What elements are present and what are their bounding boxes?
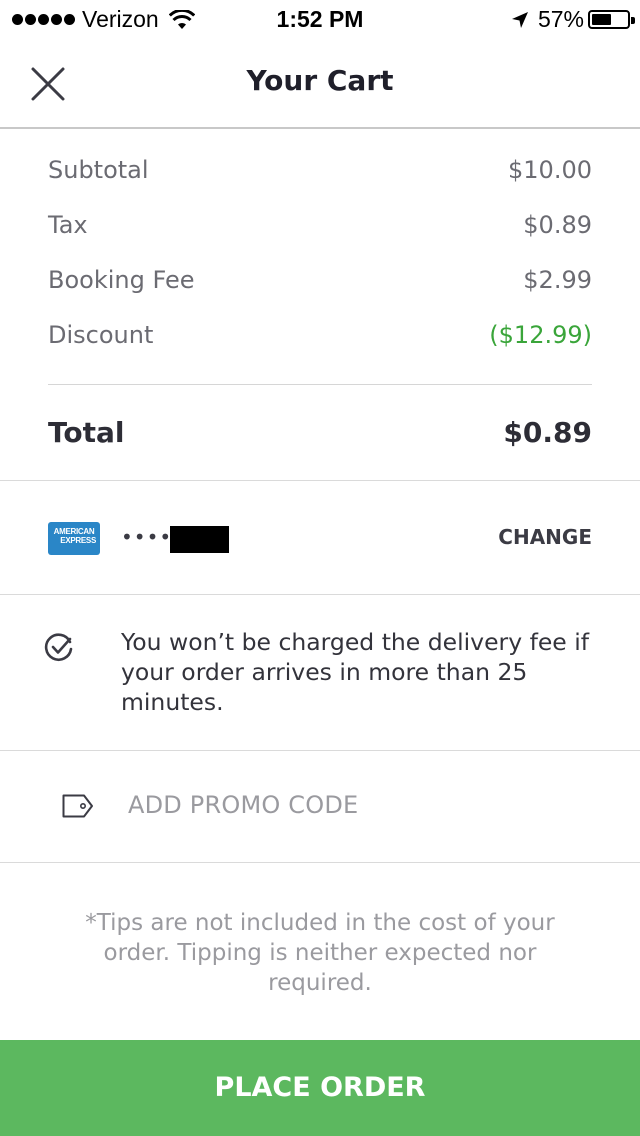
battery-tip: [631, 17, 635, 24]
amex-logo-line1: AMERICAN: [53, 527, 95, 536]
status-right: 57%: [511, 6, 635, 33]
line-item-subtotal: Subtotal $10.00: [48, 156, 592, 184]
total-label: Total: [48, 416, 125, 449]
line-item-tax: Tax $0.89: [48, 211, 592, 239]
line-item-booking-fee: Booking Fee $2.99: [48, 266, 592, 294]
discount-value: ($12.99): [489, 321, 592, 349]
payment-method-row[interactable]: AMERICAN EXPRESS •••• CHANGE: [0, 481, 640, 594]
amex-card-icon: AMERICAN EXPRESS: [48, 522, 100, 555]
delivery-guarantee: You won’t be charged the delivery fee if…: [0, 595, 640, 750]
change-payment-button[interactable]: CHANGE: [498, 525, 592, 549]
status-bar: Verizon 1:52 PM 57%: [0, 0, 640, 40]
page-title: Your Cart: [246, 64, 394, 97]
masked-card-number: ••••: [121, 525, 173, 549]
line-item-value: $10.00: [508, 156, 592, 184]
battery-fill: [592, 14, 612, 25]
line-item-discount: Discount ($12.99): [48, 321, 592, 349]
total-value: $0.89: [503, 416, 592, 449]
battery-percent: 57%: [537, 6, 584, 32]
line-item-label: Booking Fee: [48, 266, 195, 294]
line-item-label: Tax: [48, 211, 88, 239]
tips-notice: *Tips are not included in the cost of yo…: [85, 910, 555, 996]
total-row: Total $0.89: [48, 416, 592, 449]
cart-header: Your Cart: [0, 40, 640, 129]
redacted-card-digits: [170, 526, 229, 553]
line-item-value: $0.89: [523, 211, 592, 239]
location-arrow-icon: [511, 11, 528, 28]
battery-icon: [588, 10, 635, 29]
add-promo-code-button[interactable]: ADD PROMO CODE: [0, 751, 640, 862]
line-item-label: Discount: [48, 321, 154, 349]
tag-icon: [62, 794, 93, 818]
line-item-value: $2.99: [523, 266, 592, 294]
place-order-button[interactable]: PLACE ORDER: [0, 1040, 640, 1136]
check-circle-icon: [44, 633, 73, 661]
line-item-label: Subtotal: [48, 156, 149, 184]
breakdown-divider: [48, 384, 592, 385]
amex-logo-line2: EXPRESS: [60, 536, 96, 545]
guarantee-text: You won’t be charged the delivery fee if…: [121, 628, 590, 716]
section-divider: [0, 862, 640, 863]
promo-label: ADD PROMO CODE: [128, 791, 359, 819]
